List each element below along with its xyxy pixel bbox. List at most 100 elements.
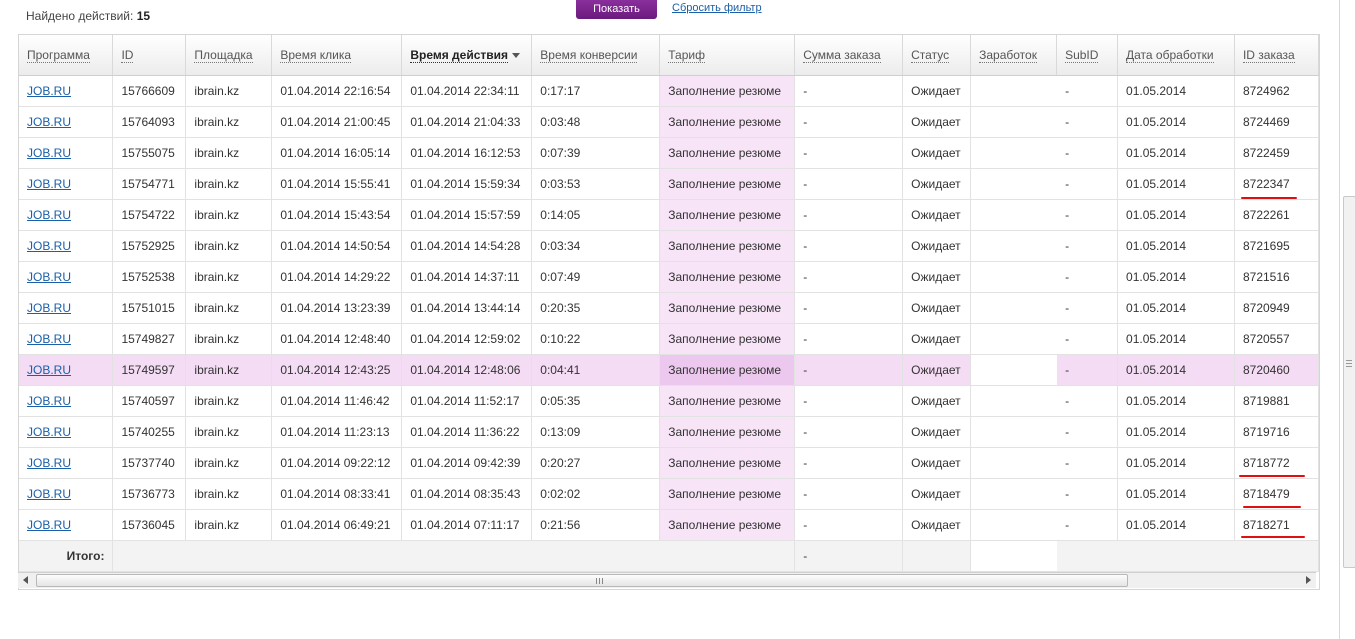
table-row[interactable]: JOB.RU 15736045 ibrain.kz 01.04.2014 06:49:… [19,509,1319,541]
column-header[interactable]: Дата обработки [1117,35,1235,76]
program-link[interactable]: JOB.RU [27,394,71,408]
table-cell: Заполнение резюме [659,168,796,200]
column-header[interactable]: Программа [19,35,114,76]
column-header[interactable]: Заработок [970,35,1058,76]
table-cell: - [794,292,904,324]
horizontal-scrollbar-thumb[interactable] [36,574,1128,587]
total-label: Итого: [19,540,114,572]
column-header[interactable]: Время конверсии [531,35,661,76]
table-cell: - [1056,478,1119,510]
table-row[interactable]: JOB.RU 15754771 ibrain.kz 01.04.2014 15:55:… [19,168,1319,200]
column-header[interactable]: SubID [1056,35,1119,76]
table-cell: 01.04.2014 13:44:14 [401,292,533,324]
table-cell: 0:07:49 [531,261,661,293]
table-cell: 0:07:39 [531,137,661,169]
table-cell [970,416,1058,448]
program-link[interactable]: JOB.RU [27,208,71,222]
table-cell: ibrain.kz [185,261,273,293]
program-link[interactable]: JOB.RU [27,363,71,377]
table-cell: - [1056,230,1119,262]
table-cell: - [1056,447,1119,479]
vertical-scrollbar-thumb[interactable] [1343,196,1355,568]
table-row[interactable]: JOB.RU 15740255 ibrain.kz 01.04.2014 11:23:… [19,416,1319,448]
table-cell: Ожидает [902,385,972,417]
horizontal-scrollbar[interactable] [18,572,1316,588]
table-cell [970,261,1058,293]
table-cell: JOB.RU [19,230,114,262]
table-cell: Ожидает [902,509,972,541]
program-link[interactable]: JOB.RU [27,177,71,191]
table-cell: 01.04.2014 15:55:41 [271,168,403,200]
table-cell: 01.04.2014 13:23:39 [271,292,403,324]
program-link[interactable]: JOB.RU [27,270,71,284]
table-cell: - [1056,509,1119,541]
table-cell: 0:20:35 [531,292,661,324]
arrow-right-icon[interactable] [1306,576,1311,584]
table-cell: - [794,230,904,262]
program-link[interactable]: JOB.RU [27,146,71,160]
column-header[interactable]: Статус [902,35,972,76]
arrow-left-icon[interactable] [23,576,28,584]
table-row[interactable]: JOB.RU 15752925 ibrain.kz 01.04.2014 14:50:… [19,230,1319,262]
table-cell: Заполнение резюме [659,292,796,324]
table-cell: 01.04.2014 11:36:22 [401,416,533,448]
column-header[interactable]: Время действия [401,35,533,76]
column-header-label: Дата обработки [1126,48,1214,63]
table-cell [970,168,1058,200]
reset-filter-link[interactable]: Сбросить фильтр [672,2,762,14]
column-header-label: Площадка [194,48,253,63]
table-cell: Заполнение резюме [659,509,796,541]
table-row[interactable]: JOB.RU 15754722 ibrain.kz 01.04.2014 15:43:… [19,199,1319,231]
table-cell: Заполнение резюме [659,354,796,386]
column-header-label: ID заказа [1242,48,1295,63]
program-link[interactable]: JOB.RU [27,115,71,129]
total-sum: - [794,540,904,572]
program-link[interactable]: JOB.RU [27,518,71,532]
program-link[interactable]: JOB.RU [27,239,71,253]
program-link[interactable]: JOB.RU [27,425,71,439]
table-row[interactable]: JOB.RU 15766609 ibrain.kz 01.04.2014 22:16:… [19,75,1319,107]
table-cell: 0:03:53 [531,168,661,200]
column-header[interactable]: Тариф [659,35,796,76]
program-link[interactable]: JOB.RU [27,301,71,315]
column-header[interactable]: Сумма заказа [794,35,904,76]
table-cell: 01.05.2014 [1117,137,1235,169]
table-cell [970,199,1058,231]
table-cell: 01.05.2014 [1117,106,1235,138]
column-header[interactable]: Площадка [185,35,273,76]
table-row[interactable]: JOB.RU 15749597 ibrain.kz 01.04.2014 12:43:… [19,354,1319,386]
table-cell: 01.04.2014 07:11:17 [401,509,533,541]
table-row[interactable]: JOB.RU 15755075 ibrain.kz 01.04.2014 16:05:… [19,137,1319,169]
column-header[interactable]: Время клика [271,35,403,76]
column-header-label: Заработок [979,48,1037,63]
table-cell: Ожидает [902,261,972,293]
table-row[interactable]: JOB.RU 15764093 ibrain.kz 01.04.2014 21:00:… [19,106,1319,138]
table-cell: 0:14:05 [531,199,661,231]
column-header[interactable]: ID [112,35,187,76]
table-row[interactable]: JOB.RU 15737740 ibrain.kz 01.04.2014 09:22:… [19,447,1319,479]
table-row[interactable]: JOB.RU 15736773 ibrain.kz 01.04.2014 08:33:… [19,478,1319,510]
table-cell: 01.05.2014 [1117,447,1235,479]
table-cell: 0:17:17 [531,75,661,107]
table-cell: ibrain.kz [185,385,273,417]
table-cell: Заполнение резюме [659,199,796,231]
table-row[interactable]: JOB.RU 15751015 ibrain.kz 01.04.2014 13:23:… [19,292,1319,324]
table-cell: - [1056,168,1119,200]
program-link[interactable]: JOB.RU [27,332,71,346]
table-cell: 01.05.2014 [1117,354,1235,386]
program-link[interactable]: JOB.RU [27,487,71,501]
table-cell: 01.04.2014 08:35:43 [401,478,533,510]
table-row[interactable]: JOB.RU 15740597 ibrain.kz 01.04.2014 11:46:… [19,385,1319,417]
program-link[interactable]: JOB.RU [27,84,71,98]
table-row[interactable]: JOB.RU 15749827 ibrain.kz 01.04.2014 12:48:… [19,323,1319,355]
column-header[interactable]: ID заказа [1234,35,1319,76]
table-cell: 01.05.2014 [1117,292,1235,324]
column-header-label: ID [121,48,134,63]
table-row[interactable]: JOB.RU 15752538 ibrain.kz 01.04.2014 14:29:… [19,261,1319,293]
show-button[interactable]: Показать [576,0,657,19]
table-cell: 0:03:48 [531,106,661,138]
program-link[interactable]: JOB.RU [27,456,71,470]
table-cell: 01.04.2014 06:49:21 [271,509,403,541]
table-cell: 01.05.2014 [1117,323,1235,355]
table-cell: ibrain.kz [185,509,273,541]
